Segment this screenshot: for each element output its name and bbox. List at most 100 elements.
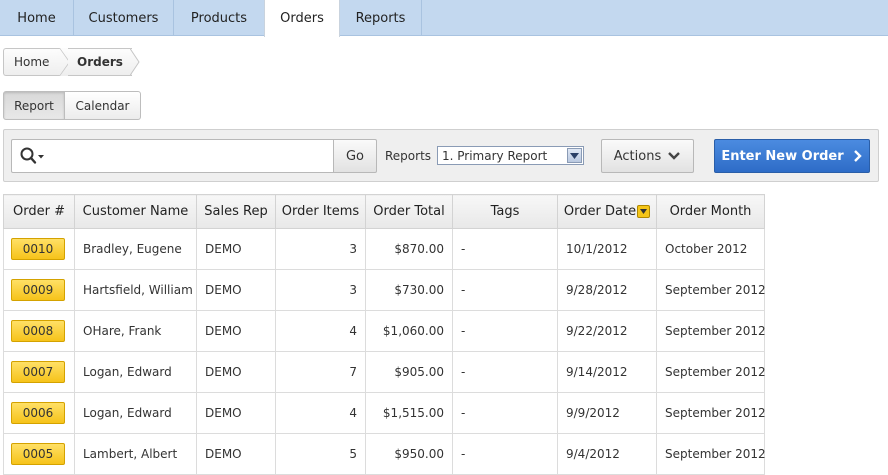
order-date-cell: 9/28/2012 (557, 269, 657, 311)
tab-home[interactable]: Home (0, 0, 74, 36)
order-items-cell: 3 (275, 269, 366, 311)
view-calendar-label: Calendar (75, 98, 130, 113)
tab-label: Customers (88, 10, 159, 26)
customer-name-cell: Hartsfield, William (74, 269, 197, 311)
order-total-cell: $1,060.00 (365, 310, 453, 352)
column-header-label: Sales Rep (204, 204, 268, 219)
order-date-cell: 9/22/2012 (557, 310, 657, 352)
order-total-cell: $1,515.00 (365, 392, 453, 434)
column-header-label: Order Date (563, 204, 637, 219)
chevron-right-icon (853, 150, 862, 162)
order-items-cell: 4 (275, 310, 366, 352)
customer-name-cell: Logan, Edward (74, 351, 197, 393)
order-items-cell: 7 (275, 351, 366, 393)
order-items-cell: 5 (275, 433, 366, 475)
order-number-button[interactable]: 0006 (11, 402, 65, 424)
reports-label: Reports (385, 149, 432, 163)
sales-rep-cell: DEMO (196, 310, 276, 352)
table-header-row: Order # Customer Name Sales Rep Order It… (3, 194, 765, 229)
breadcrumb-home-label: Home (14, 55, 50, 69)
breadcrumb-home[interactable]: Home (3, 48, 59, 76)
table-row: 0009 Hartsfield, William DEMO 3 $730.00-9/28… (3, 269, 766, 311)
sales-rep-cell: DEMO (196, 269, 276, 311)
customer-name-cell: Logan, Edward (74, 392, 197, 434)
order-date-cell: 9/14/2012 (557, 351, 657, 393)
go-button[interactable]: Go (333, 139, 377, 173)
reports-select[interactable]: 1. Primary Report (437, 146, 584, 165)
tab-products[interactable]: Products (174, 0, 265, 36)
order-total-cell: $905.00 (365, 351, 453, 393)
order-items-cell: 3 (275, 228, 366, 270)
column-header-label: Tags (490, 204, 520, 219)
column-header-label: Order # (13, 204, 65, 219)
tab-reports[interactable]: Reports (340, 0, 422, 36)
customer-name-cell: Lambert, Albert (74, 433, 197, 475)
column-header-customer-name[interactable]: Customer Name (74, 194, 197, 229)
tags-cell: - (452, 433, 558, 475)
column-header-order-month[interactable]: Order Month (656, 194, 765, 229)
order-total-cell: $870.00 (365, 228, 453, 270)
column-header-label: Order Total (373, 204, 445, 219)
order-number-button[interactable]: 0010 (11, 238, 65, 260)
order-number-button[interactable]: 0005 (11, 443, 65, 465)
tags-cell: - (452, 310, 558, 352)
search-column-dropdown-icon[interactable] (19, 146, 45, 166)
order-number-button[interactable]: 0009 (11, 279, 65, 301)
column-header-order-date[interactable]: Order Date (557, 194, 657, 229)
order-date-cell: 10/1/2012 (557, 228, 657, 270)
tab-orders[interactable]: Orders (264, 0, 340, 37)
column-header-order-number[interactable]: Order # (3, 194, 75, 229)
tab-label: Reports (355, 10, 406, 26)
sales-rep-cell: DEMO (196, 433, 276, 475)
tab-label: Home (17, 10, 56, 26)
order-total-cell: $950.00 (365, 433, 453, 475)
view-report-button[interactable]: Report (3, 91, 65, 120)
sales-rep-cell: DEMO (196, 228, 276, 270)
order-month-cell: September 2012 (656, 392, 766, 434)
order-number-cell: 0006 (3, 392, 75, 434)
order-month-cell: September 2012 (656, 433, 766, 475)
reports-select-value: 1. Primary Report (442, 148, 548, 163)
breadcrumb-current: Orders (68, 48, 132, 76)
sort-descending-icon[interactable] (637, 205, 651, 218)
chevron-down-icon (567, 148, 582, 163)
order-items-cell: 4 (275, 392, 366, 434)
order-number-cell: 0008 (3, 310, 75, 352)
table-row: 0005 Lambert, Albert DEMO 5 $950.00-9/4/2012… (3, 433, 766, 475)
table-row: 0010 Bradley, Eugene DEMO 3 $870.00-10/1/201… (3, 228, 765, 270)
order-month-cell: September 2012 (656, 310, 766, 352)
order-total-cell: $730.00 (365, 269, 453, 311)
tags-cell: - (452, 392, 558, 434)
order-number-button[interactable]: 0008 (11, 320, 65, 342)
tab-customers[interactable]: Customers (74, 0, 174, 36)
tags-cell: - (452, 351, 558, 393)
go-button-label: Go (345, 148, 365, 164)
tab-label: Orders (280, 11, 324, 26)
column-header-order-total[interactable]: Order Total (365, 194, 453, 229)
order-number-button[interactable]: 0007 (11, 361, 65, 383)
tags-cell: - (452, 228, 558, 270)
table-row: 0008 OHare, Frank DEMO 4 $1,060.00-9/22/2012… (3, 310, 766, 352)
order-date-cell: 9/4/2012 (557, 433, 657, 475)
column-header-label: Customer Name (82, 204, 189, 219)
search-input[interactable] (11, 139, 334, 173)
view-calendar-button[interactable]: Calendar (64, 91, 141, 120)
customer-name-cell: Bradley, Eugene (74, 228, 197, 270)
column-header-label: Order Items (281, 204, 360, 219)
order-number-cell: 0009 (3, 269, 75, 311)
tab-label: Products (190, 10, 248, 26)
orders-report-table: Order # Customer Name Sales Rep Order It… (3, 194, 766, 475)
order-month-cell: October 2012 (656, 228, 765, 270)
actions-button[interactable]: Actions (601, 139, 694, 173)
main-tab-bar: Home Customers Products Orders Reports (0, 0, 888, 37)
column-header-tags[interactable]: Tags (452, 194, 558, 229)
order-number-cell: 0010 (3, 228, 75, 270)
column-header-order-items[interactable]: Order Items (275, 194, 366, 229)
enter-new-order-button[interactable]: Enter New Order (714, 139, 870, 173)
column-header-sales-rep[interactable]: Sales Rep (196, 194, 276, 229)
table-row: 0006 Logan, Edward DEMO 4 $1,515.00-9/9/2012… (3, 392, 766, 434)
customer-name-cell: OHare, Frank (74, 310, 197, 352)
order-number-cell: 0005 (3, 433, 75, 475)
view-report-label: Report (14, 98, 54, 113)
breadcrumb-current-label: Orders (77, 55, 123, 69)
